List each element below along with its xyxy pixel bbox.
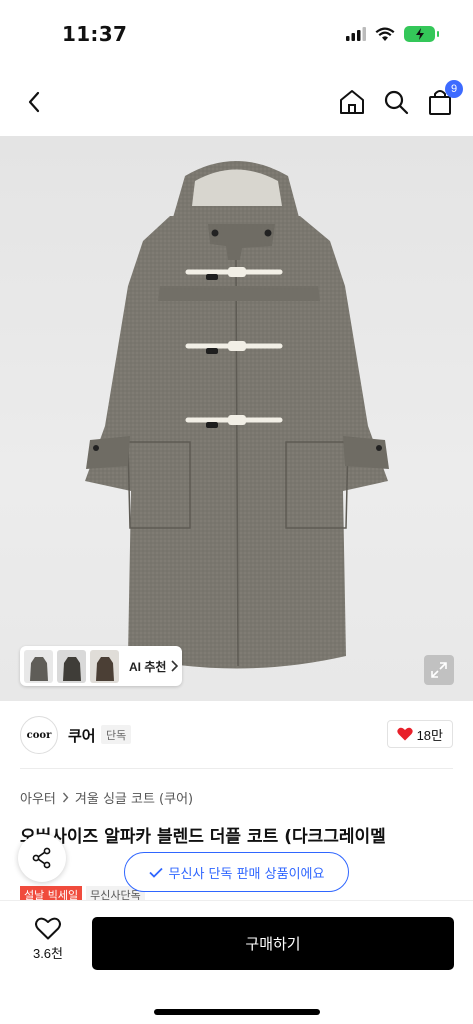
- chevron-left-icon: [28, 91, 40, 113]
- recommend-thumb-1[interactable]: [24, 649, 53, 683]
- recommend-thumb-2[interactable]: [57, 649, 86, 683]
- wishlist-count: 3.6천: [32, 946, 64, 961]
- status-time: 11:37: [62, 22, 128, 46]
- search-button[interactable]: [381, 86, 411, 118]
- divider: [20, 768, 453, 769]
- cart-count-badge: 9: [445, 80, 463, 98]
- status-bar: 11:37: [0, 0, 473, 70]
- nav-bar: 9: [0, 74, 473, 132]
- ai-recommend-panel[interactable]: AI 추천: [20, 646, 182, 686]
- wishlist-button[interactable]: 3.6천: [22, 917, 74, 973]
- check-icon: [148, 867, 163, 878]
- battery-charging-icon: [404, 26, 439, 42]
- breadcrumb-subcategory[interactable]: 겨울 싱글 코트 (쿠어): [75, 788, 193, 807]
- cart-button[interactable]: 9: [425, 80, 463, 118]
- brand-like-count: 18만: [416, 727, 443, 743]
- brand-row: coor 쿠어 단독 18만: [0, 712, 473, 758]
- nav-actions: 9: [337, 80, 463, 118]
- home-indicator: [154, 1009, 320, 1015]
- status-icons: [346, 26, 439, 42]
- product-image[interactable]: AI 추천: [0, 136, 473, 701]
- brand-exclusive-tag: 단독: [101, 725, 132, 744]
- share-icon: [32, 847, 51, 869]
- exclusive-notice: 무신사 단독 판매 상품이에요: [124, 852, 349, 892]
- recommend-thumb-3[interactable]: [90, 649, 119, 683]
- signal-icon: [346, 27, 366, 41]
- heart-outline-icon: [35, 917, 61, 940]
- home-icon: [340, 90, 364, 114]
- buy-button[interactable]: 구매하기: [92, 917, 454, 970]
- back-button[interactable]: [18, 86, 50, 118]
- search-icon: [384, 90, 409, 115]
- breadcrumb: 아우터 겨울 싱글 코트 (쿠어): [20, 788, 193, 807]
- chevron-right-icon: [62, 792, 69, 803]
- expand-button[interactable]: [424, 655, 454, 685]
- product-title: 오버사이즈 알파카 블렌드 더플 코트 (다크그레이멜: [20, 827, 386, 847]
- ai-recommend-label: AI 추천: [129, 659, 167, 674]
- brand-logo[interactable]: coor: [20, 716, 58, 754]
- chevron-right-icon: [171, 660, 179, 672]
- exclusive-notice-text: 무신사 단독 판매 상품이에요: [168, 866, 325, 882]
- heart-filled-icon: [396, 727, 413, 741]
- home-button[interactable]: [337, 86, 367, 118]
- brand-name[interactable]: 쿠어: [68, 725, 96, 746]
- bottom-action-bar: 3.6천 구매하기: [0, 900, 473, 1024]
- expand-icon: [431, 662, 447, 678]
- coat-illustration: [85, 161, 389, 669]
- breadcrumb-category[interactable]: 아우터: [20, 788, 56, 807]
- share-button[interactable]: [18, 834, 66, 882]
- brand-like-button[interactable]: 18만: [386, 720, 453, 748]
- wifi-icon: [375, 27, 395, 41]
